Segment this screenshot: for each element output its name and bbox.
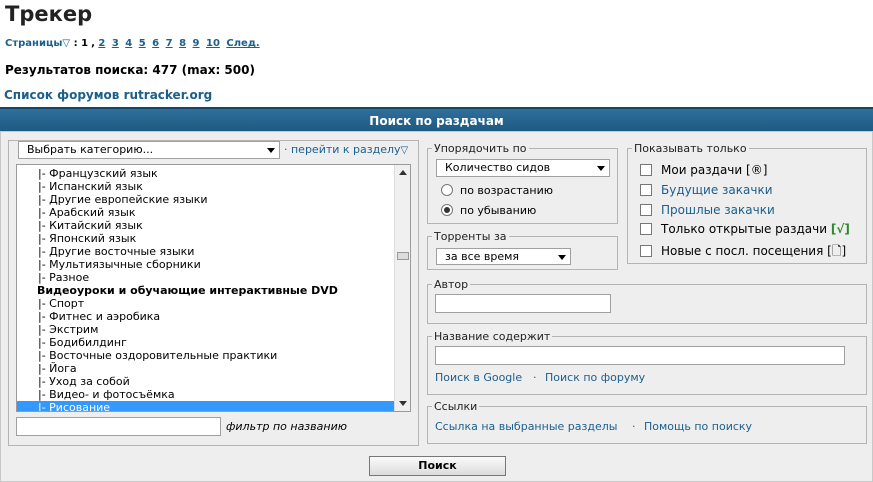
checkbox[interactable] xyxy=(640,184,652,196)
list-item[interactable]: |- Восточные оздоровительные практики xyxy=(17,349,395,362)
goto-section-label: · перейти к разделу xyxy=(284,143,401,156)
list-item[interactable]: |- Другие восточные языки xyxy=(17,245,395,258)
list-item[interactable]: |- Арабский язык xyxy=(17,206,395,219)
next-page-link[interactable]: След. xyxy=(226,38,259,49)
forum-list-link[interactable]: Список форумов rutracker.org xyxy=(4,88,212,102)
future-downloads-link[interactable]: Будущие закачки xyxy=(661,183,773,197)
results-count: Результатов поиска: 477 (max: 500) xyxy=(5,63,255,77)
chevron-down-icon[interactable]: ▽ xyxy=(62,38,70,49)
open-only-checkbox-row[interactable]: Только открытые раздачи [√] xyxy=(640,222,850,236)
separator: · xyxy=(632,420,636,433)
open-only-label: Только открытые раздачи xyxy=(661,222,828,236)
show-only-legend: Показывать только xyxy=(634,142,747,155)
forum-search-link[interactable]: Поиск по форуму xyxy=(545,371,645,384)
goto-section-link[interactable]: · перейти к разделу▽ xyxy=(284,143,408,156)
list-item[interactable]: |- Испанский язык xyxy=(17,180,395,193)
page-link[interactable]: 6 xyxy=(152,38,159,49)
page-link[interactable]: 10 xyxy=(206,38,220,49)
radio-button-checked[interactable] xyxy=(441,204,453,216)
separator: · xyxy=(533,371,537,384)
sort-legend: Упорядочить по xyxy=(434,142,527,155)
filter-label: фильтр по названию xyxy=(226,420,347,433)
sort-select-label: Количество сидов xyxy=(445,161,551,174)
new-since-checkbox-row[interactable]: Новые с посл. посещения [🗋] xyxy=(640,242,846,263)
my-torrents-label: Мои раздачи xyxy=(661,163,743,177)
author-input[interactable] xyxy=(435,294,611,313)
page-title: Трекер xyxy=(5,2,93,26)
page-link[interactable]: 7 xyxy=(166,38,173,49)
list-item[interactable]: |- Экстрим xyxy=(17,323,395,336)
document-icon: [🗋] xyxy=(827,244,847,258)
registered-icon: [®] xyxy=(746,163,768,177)
period-select[interactable]: за все время xyxy=(436,248,571,265)
category-select[interactable]: Выбрать категорию... xyxy=(18,141,280,159)
chevron-down-icon: ▽ xyxy=(400,145,409,156)
chevron-down-icon xyxy=(597,166,605,171)
pagination: Страницы▽ : 1, 2 3 4 5 6 7 8 9 10 След. xyxy=(5,38,260,49)
radio-button[interactable] xyxy=(441,184,453,196)
sort-asc-radio[interactable]: по возрастанию xyxy=(441,184,553,197)
new-since-label: Новые с посл. посещения xyxy=(661,244,824,258)
list-group-header[interactable]: Видеоуроки и обучающие интерактивные DVD xyxy=(17,284,395,297)
future-downloads-checkbox-row[interactable]: Будущие закачки xyxy=(640,183,773,197)
chevron-down-icon xyxy=(267,148,275,153)
search-header: Поиск по раздачам xyxy=(0,107,873,131)
scroll-up-icon[interactable] xyxy=(399,170,407,175)
my-torrents-checkbox-row[interactable]: Мои раздачи [®] xyxy=(640,163,767,177)
list-item[interactable]: |- Японский язык xyxy=(17,232,395,245)
page-link[interactable]: 9 xyxy=(193,38,200,49)
list-item[interactable]: |- Бодибилдинг xyxy=(17,336,395,349)
category-select-label: Выбрать категорию... xyxy=(27,143,154,156)
past-downloads-checkbox-row[interactable]: Прошлые закачки xyxy=(640,203,775,217)
list-item[interactable]: |- Фитнес и аэробика xyxy=(17,310,395,323)
page-link[interactable]: 8 xyxy=(179,38,186,49)
search-button[interactable]: Поиск xyxy=(369,456,506,476)
sort-desc-label: по убыванию xyxy=(460,204,537,217)
page-link[interactable]: 2 xyxy=(98,38,105,49)
list-item[interactable]: |- Мультиязычные сборники xyxy=(17,258,395,271)
list-item[interactable]: |- Видео- и фотосъёмка xyxy=(17,388,395,401)
sort-asc-label: по возрастанию xyxy=(460,184,554,197)
list-item[interactable]: |- Спорт xyxy=(17,297,395,310)
list-item[interactable]: |- Разное xyxy=(17,271,395,284)
period-select-label: за все время xyxy=(445,250,520,263)
list-item[interactable]: |- Уход за собой xyxy=(17,375,395,388)
scroll-thumb[interactable] xyxy=(397,252,409,260)
past-downloads-link[interactable]: Прошлые закачки xyxy=(661,203,775,217)
list-item-selected[interactable]: |- Рисование xyxy=(17,401,395,411)
links-legend: Ссылки xyxy=(434,400,478,413)
sort-desc-radio[interactable]: по убыванию xyxy=(441,204,536,217)
title-input[interactable] xyxy=(435,346,845,365)
list-scrollbar[interactable] xyxy=(394,165,410,411)
page-link[interactable]: 4 xyxy=(125,38,132,49)
author-legend: Автор xyxy=(434,278,469,291)
checkbox[interactable] xyxy=(640,164,652,176)
checkmark-icon: [√] xyxy=(830,222,850,236)
page-link[interactable]: 3 xyxy=(112,38,119,49)
chevron-down-icon xyxy=(558,255,566,260)
google-search-link[interactable]: Поиск в Google xyxy=(435,371,522,384)
pages-label: Страницы xyxy=(5,38,63,49)
checkbox[interactable] xyxy=(640,223,652,235)
checkbox[interactable] xyxy=(640,245,652,257)
list-item[interactable]: |- Китайский язык xyxy=(17,219,395,232)
page-link[interactable]: 5 xyxy=(139,38,146,49)
search-help-link[interactable]: Помощь по поиску xyxy=(644,420,752,433)
sort-select[interactable]: Количество сидов xyxy=(436,159,610,177)
scroll-down-icon[interactable] xyxy=(399,401,407,406)
checkbox[interactable] xyxy=(640,204,652,216)
category-list[interactable]: |- Французский язык |- Испанский язык |-… xyxy=(16,164,411,412)
title-search-legend: Название содержит xyxy=(434,330,551,343)
list-item[interactable]: |- Другие европейские языки xyxy=(17,193,395,206)
filter-input[interactable] xyxy=(16,417,221,436)
list-item[interactable]: |- Йога xyxy=(17,362,395,375)
list-item[interactable]: |- Французский язык xyxy=(17,167,395,180)
page-current: 1 xyxy=(81,38,89,49)
selected-sections-link[interactable]: Ссылка на выбранные разделы xyxy=(435,420,617,433)
period-legend: Торренты за xyxy=(434,230,507,243)
